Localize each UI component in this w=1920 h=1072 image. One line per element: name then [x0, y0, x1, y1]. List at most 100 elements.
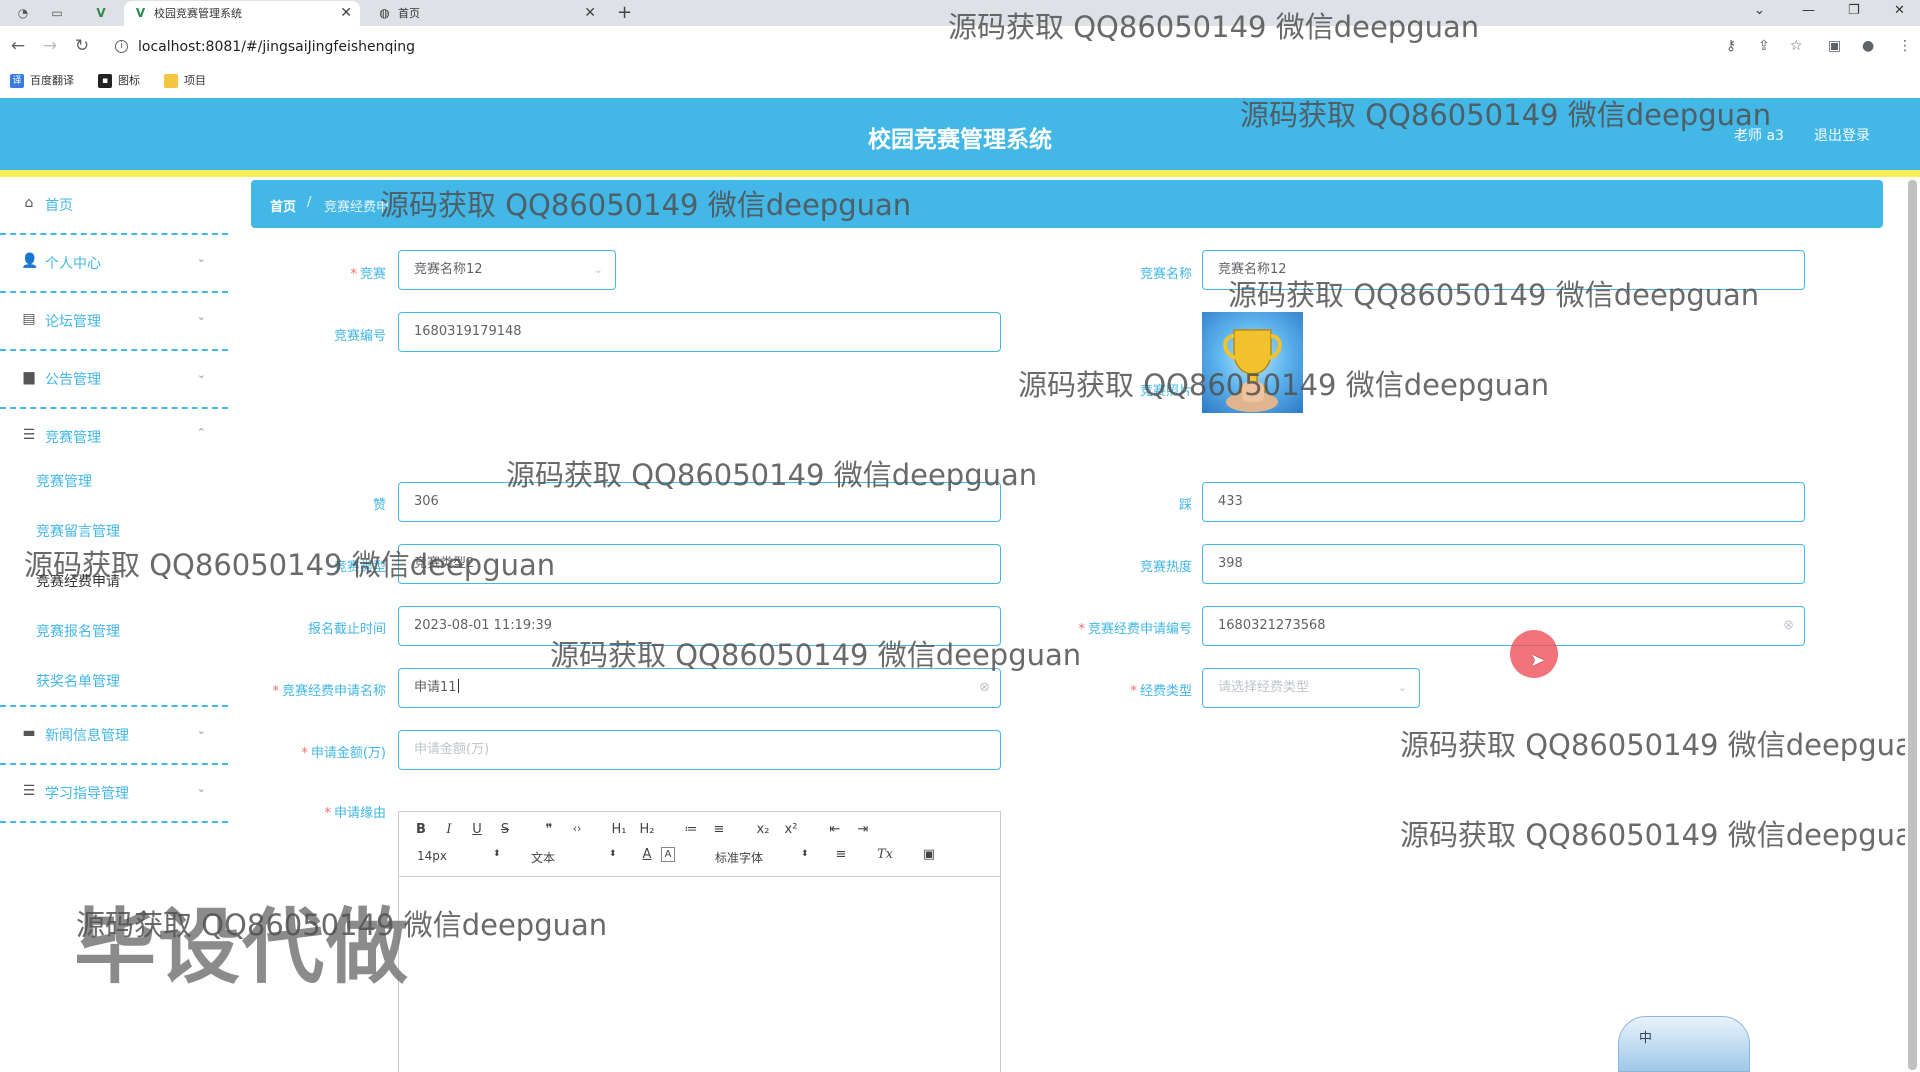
sidebar-item-profile[interactable]: 👤 个人中心 ⌄ [0, 235, 228, 293]
translate-icon: 译 [10, 74, 24, 88]
fee-application-number-field[interactable]: 1680321273568 ⊗ [1202, 606, 1805, 646]
font-family-select[interactable]: 标准字体 ⬍ [715, 849, 811, 866]
vue-favicon-icon: V [135, 6, 146, 20]
trophy-icon [1223, 329, 1282, 412]
fee-type-label: * 经费类型 [1130, 684, 1192, 699]
clear-icon[interactable]: ⊗ [979, 669, 990, 707]
text-caret [457, 679, 459, 693]
logout-link[interactable]: 退出登录 [1814, 125, 1870, 145]
heading1-button[interactable]: H₁ [609, 822, 629, 837]
mouse-cursor-icon: ➤ [1530, 650, 1546, 671]
sidebar-item-home[interactable]: ⌂ 首页 [0, 177, 228, 235]
editor-toolbar: B I U S ❞ ‹› H₁ H₂ ≔ ≡ x₂ x² ⇤ ⇥ 14px ⬍ … [399, 812, 1000, 877]
select-arrows-icon: ⬍ [493, 849, 501, 859]
align-button[interactable]: ≡ [831, 847, 851, 862]
contest-type-field[interactable]: 竞赛类型2 [398, 544, 1001, 584]
breadcrumb-current: 竞赛经费申 [324, 200, 390, 215]
key-icon[interactable]: ⚷ [1726, 38, 1736, 54]
insert-image-button[interactable]: ▣ [919, 847, 939, 862]
sidebar-item-study-guide[interactable]: ☰ 学习指导管理 ⌄ [0, 765, 228, 823]
reload-icon[interactable]: ↻ [72, 36, 92, 56]
amount-field[interactable]: 申请金额(万) [398, 730, 1001, 770]
contest-heat-field[interactable]: 398 [1202, 544, 1805, 584]
underline-button[interactable]: U [467, 822, 487, 837]
select-arrows-icon: ⬍ [801, 849, 809, 859]
contest-select[interactable]: 竞赛名称12 ⌄ [398, 250, 616, 290]
sidebar-subitem-contest[interactable]: 竞赛管理 [36, 471, 92, 491]
clear-icon[interactable]: ⊗ [1783, 607, 1794, 645]
bookmark-icons[interactable]: ▪ 图标 [98, 73, 140, 89]
outdent-button[interactable]: ⇤ [825, 822, 845, 837]
indent-button[interactable]: ⇥ [853, 822, 873, 837]
chrome-menu-icon[interactable]: ⋮ [1898, 38, 1912, 54]
bookmark-baidu-translate[interactable]: 译 百度翻译 [10, 73, 74, 89]
sidebar-subitem-contest-messages[interactable]: 竞赛留言管理 [36, 521, 120, 541]
tab-close-icon[interactable]: ✕ [584, 1, 596, 26]
side-panel-icon[interactable]: ▣ [1828, 38, 1841, 54]
browser-history-icon[interactable]: ◔ [14, 4, 32, 22]
list-icon: ☰ [22, 427, 36, 443]
current-user: 老师 a3 [1734, 128, 1784, 144]
browser-tab-active[interactable]: V 校园竞赛管理系统 ✕ [124, 1, 360, 26]
browser-tab[interactable]: ◍ 首页 ✕ [368, 1, 604, 26]
strike-button[interactable]: S [495, 822, 515, 837]
address-bar[interactable]: i localhost:8081/#/jingsaiJingfeishenqin… [106, 32, 1706, 62]
sidebar-item-notice[interactable]: ▆ 公告管理 ⌄ [0, 351, 228, 409]
profile-icon[interactable]: ● [1862, 38, 1874, 54]
tab-search-icon[interactable]: ⌄ [1754, 0, 1765, 24]
minimize-icon[interactable]: — [1802, 0, 1815, 24]
blockquote-button[interactable]: ❞ [539, 822, 559, 837]
subscript-button[interactable]: x₂ [753, 822, 773, 837]
reason-rich-text-editor[interactable]: B I U S ❞ ‹› H₁ H₂ ≔ ≡ x₂ x² ⇤ ⇥ 14px ⬍ … [398, 811, 1001, 1072]
text-style-select[interactable]: 文本 ⬍ [531, 849, 617, 866]
fee-application-number-label: * 竞赛经费申请编号 [1078, 622, 1192, 637]
ime-widget[interactable]: 中 [1618, 1016, 1750, 1072]
sidebar-subitem-fee-application[interactable]: 竞赛经费申请 [36, 571, 120, 591]
window-close-icon[interactable]: ✕ [1894, 0, 1905, 24]
font-color-button[interactable]: A [637, 847, 657, 862]
code-block-button[interactable]: ‹› [567, 822, 587, 835]
vue-logo-icon[interactable]: V [92, 4, 110, 22]
bookmark-folder-project[interactable]: 项目 [164, 73, 206, 89]
bold-button[interactable]: B [411, 822, 431, 837]
tab-title: 首页 [398, 7, 420, 20]
deadline-field[interactable]: 2023-08-01 11:19:39 [398, 606, 1001, 646]
scrollbar-thumb[interactable] [1908, 180, 1917, 1070]
font-size-select[interactable]: 14px ⬍ [417, 849, 501, 863]
site-info-icon[interactable]: i [115, 40, 128, 53]
forward-icon[interactable]: → [40, 36, 60, 56]
back-icon[interactable]: ← [8, 36, 28, 56]
contest-name-field[interactable]: 竞赛名称12 [1202, 250, 1805, 290]
fee-application-name-field[interactable]: 申请11 ⊗ [398, 668, 1001, 708]
breadcrumb-separator: / [307, 195, 312, 210]
superscript-button[interactable]: x² [781, 822, 801, 837]
share-icon[interactable]: ⇪ [1758, 38, 1770, 54]
like-count-field[interactable]: 306 [398, 482, 1001, 522]
italic-button[interactable]: I [439, 822, 459, 837]
contest-number-field[interactable]: 1680319179148 [398, 312, 1001, 352]
sidebar-item-forum[interactable]: ▤ 论坛管理 ⌄ [0, 293, 228, 351]
globe-icon: ◍ [379, 6, 390, 20]
new-tab-button[interactable]: + [617, 0, 632, 26]
restore-icon[interactable]: ❐ [1848, 0, 1860, 24]
browser-tab-icon[interactable]: ▭ [48, 4, 66, 22]
dislike-count-field[interactable]: 433 [1202, 482, 1805, 522]
tab-close-icon[interactable]: ✕ [340, 1, 352, 26]
chevron-up-icon: ⌃ [196, 426, 206, 439]
fee-type-select[interactable]: 请选择经费类型 ⌄ [1202, 668, 1420, 708]
sidebar-item-news[interactable]: ▬ 新闻信息管理 ⌄ [0, 707, 228, 765]
sidebar-subitem-winners[interactable]: 获奖名单管理 [36, 671, 120, 691]
sidebar-item-contest[interactable]: ☰ 竞赛管理 ⌃ [0, 409, 228, 467]
background-color-button[interactable]: A [661, 847, 675, 862]
contest-heat-label: 竞赛热度 [1139, 560, 1192, 575]
ordered-list-button[interactable]: ≔ [681, 822, 701, 837]
breadcrumb-home[interactable]: 首页 [270, 196, 296, 215]
notice-icon: ▆ [23, 369, 35, 385]
clear-format-button[interactable]: Tx [875, 847, 895, 862]
heading2-button[interactable]: H₂ [637, 822, 657, 837]
bookmark-star-icon[interactable]: ☆ [1790, 38, 1803, 54]
contest-name-label: 竞赛名称 [1139, 267, 1192, 282]
chevron-down-icon: ⌄ [1397, 681, 1407, 694]
sidebar-subitem-registration[interactable]: 竞赛报名管理 [36, 621, 120, 641]
bullet-list-button[interactable]: ≡ [709, 822, 729, 837]
